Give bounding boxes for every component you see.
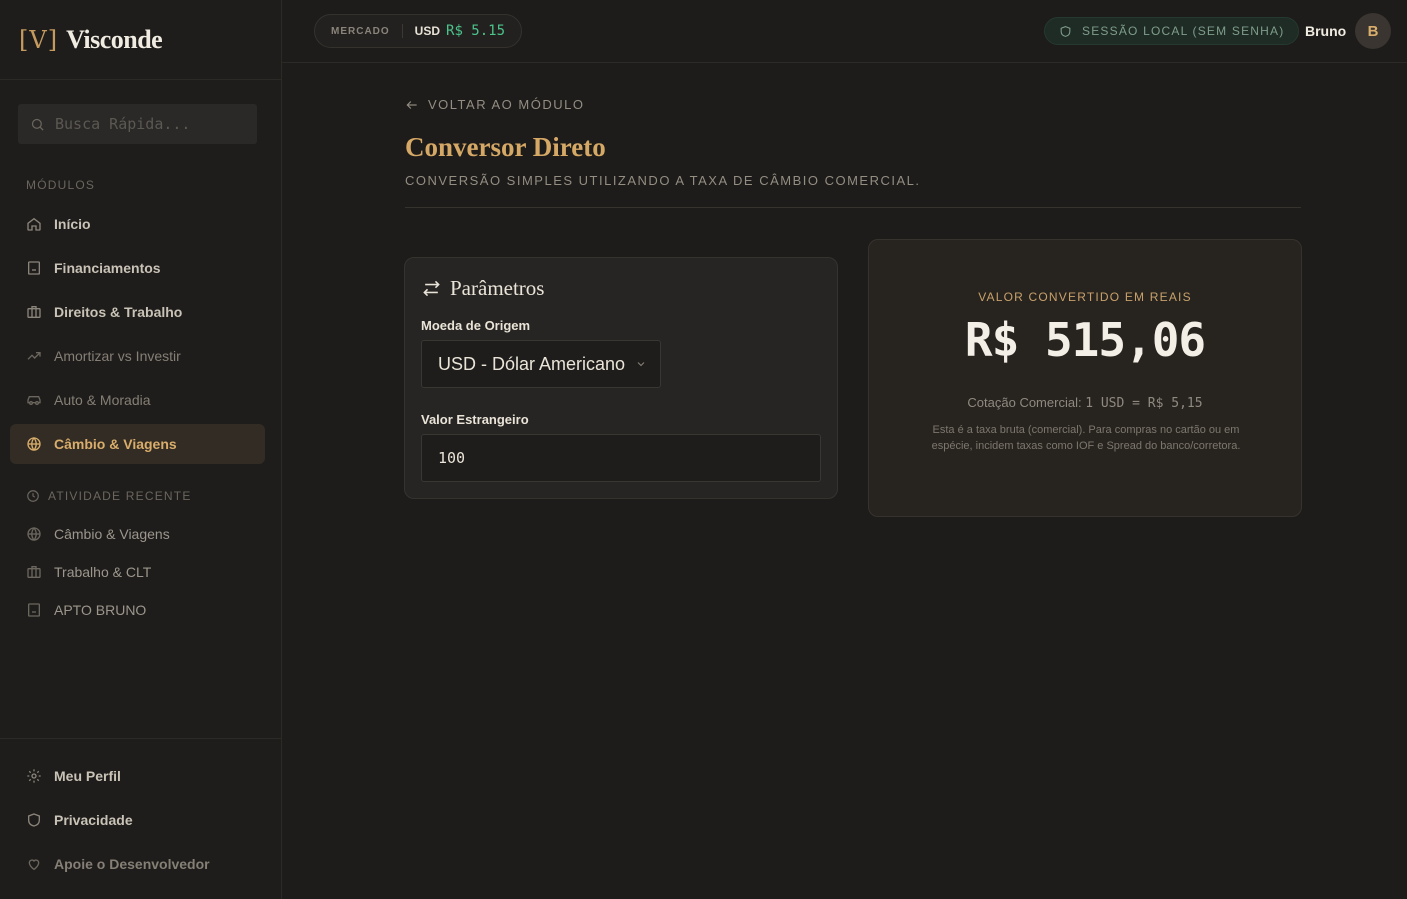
sidebar-footer: Meu Perfil Privacidade Apoie o Desenvolv… (0, 738, 281, 899)
market-label: MERCADO (331, 25, 390, 37)
market-rate: R$ 5.15 (446, 23, 506, 39)
modules-section-label: MÓDULOS (26, 178, 96, 192)
recent-item-cambio-viagens[interactable]: Câmbio & Viagens (10, 514, 265, 554)
parameters-card: Parâmetros Moeda de Origem USD - Dólar A… (404, 257, 838, 499)
sidebar-item-label: Direitos & Trabalho (54, 304, 183, 320)
brand-mark: [V] (19, 25, 59, 54)
sidebar-item-label: Câmbio & Viagens (54, 436, 177, 452)
foreign-amount-label: Valor Estrangeiro (421, 412, 529, 427)
swap-arrows-icon (423, 280, 440, 297)
result-label: VALOR CONVERTIDO EM REAIS (978, 290, 1192, 304)
origin-currency-select[interactable]: USD - Dólar Americano (421, 340, 661, 388)
heart-icon (28, 859, 40, 871)
sidebar-item-direitos-trabalho[interactable]: Direitos & Trabalho (10, 292, 265, 332)
sidebar-item-label: Auto & Moradia (54, 392, 151, 408)
sidebar-item-apoie-desenvolvedor[interactable]: Apoie o Desenvolvedor (10, 844, 265, 884)
sidebar-item-meu-perfil[interactable]: Meu Perfil (10, 756, 265, 796)
back-label: VOLTAR AO MÓDULO (428, 97, 585, 112)
recent-item-label: Trabalho & CLT (54, 564, 152, 580)
result-card: VALOR CONVERTIDO EM REAIS R$ 515,06 Cota… (868, 239, 1302, 517)
foreign-amount-input[interactable] (438, 449, 798, 467)
session-text: SESSÃO LOCAL (SEM SENHA) (1082, 24, 1285, 38)
search-icon (31, 118, 44, 131)
sidebar-item-label: Privacidade (54, 812, 133, 828)
shield-icon (1060, 25, 1071, 37)
gear-icon (27, 769, 41, 783)
recent-item-label: APTO BRUNO (54, 602, 147, 618)
brand-logo[interactable]: [V] Visconde (0, 0, 281, 80)
disclaimer-note: Esta é a taxa bruta (comercial). Para co… (931, 424, 1241, 452)
sidebar-item-label: Início (54, 216, 91, 232)
globe-icon (27, 436, 41, 452)
user-name[interactable]: Bruno (1305, 23, 1346, 39)
page-title: Conversor Direto (405, 132, 606, 162)
header-divider (405, 207, 1301, 208)
sidebar-item-amortizar-investir[interactable]: Amortizar vs Investir (10, 336, 265, 376)
sidebar-item-label: Meu Perfil (54, 768, 121, 784)
shield-icon (28, 813, 40, 827)
rate-prefix: Cotação Comercial: (967, 395, 1082, 410)
back-to-module-link[interactable]: VOLTAR AO MÓDULO (405, 97, 584, 112)
briefcase-icon (27, 566, 41, 578)
trending-up-icon (27, 352, 41, 360)
home-icon (27, 217, 41, 231)
origin-currency-label: Moeda de Origem (421, 318, 531, 333)
market-ticker: MERCADO USD R$ 5.15 (314, 14, 523, 48)
sidebar-item-auto-moradia[interactable]: Auto & Moradia (10, 380, 265, 420)
recent-section-label: ATIVIDADE RECENTE (26, 489, 192, 503)
search-input[interactable] (55, 115, 245, 133)
page-subtitle: CONVERSÃO SIMPLES UTILIZANDO A TAXA DE C… (405, 173, 921, 188)
briefcase-icon (27, 306, 41, 318)
building-icon (28, 603, 40, 617)
globe-icon (27, 526, 41, 542)
topbar: MERCADO USD R$ 5.15 SESSÃO LOCAL (SEM SE… (282, 0, 1407, 63)
recent-item-label: Câmbio & Viagens (54, 526, 170, 542)
chevron-down-icon (637, 362, 645, 367)
rate-value: 1 USD = R$ 5,15 (1085, 396, 1203, 411)
quick-search[interactable] (18, 104, 257, 144)
car-icon (27, 396, 41, 405)
sidebar-item-label: Apoie o Desenvolvedor (54, 856, 210, 872)
converted-value: R$ 515,06 (964, 313, 1206, 367)
sidebar-item-inicio[interactable]: Início (10, 204, 265, 244)
foreign-amount-field[interactable] (421, 434, 821, 482)
sidebar-item-label: Amortizar vs Investir (54, 348, 181, 364)
sidebar-item-financiamentos[interactable]: Financiamentos (10, 248, 265, 288)
app-root: [V] Visconde MÓDULOS Início Financiament… (0, 0, 1407, 899)
brand-name: Visconde (66, 24, 163, 54)
sidebar-item-label: Financiamentos (54, 260, 161, 276)
sidebar: [V] Visconde MÓDULOS Início Financiament… (0, 0, 282, 899)
clock-icon (27, 490, 39, 502)
market-currency: USD (414, 24, 441, 38)
building-icon (28, 261, 40, 275)
session-badge: SESSÃO LOCAL (SEM SENHA) (1044, 17, 1300, 45)
origin-currency-value: USD - Dólar Americano (438, 353, 626, 374)
recent-item-apto-bruno[interactable]: APTO BRUNO (10, 590, 265, 630)
sidebar-item-privacidade[interactable]: Privacidade (10, 800, 265, 840)
sidebar-item-cambio-viagens[interactable]: Câmbio & Viagens (10, 424, 265, 464)
market-separator (401, 24, 403, 38)
arrow-left-icon (406, 100, 417, 109)
recent-item-trabalho-clt[interactable]: Trabalho & CLT (10, 552, 265, 592)
commercial-rate-line: Cotação Comercial: 1 USD = R$ 5,15 (869, 395, 1301, 411)
parameters-title: Parâmetros (422, 276, 544, 301)
avatar[interactable]: B (1355, 13, 1391, 49)
